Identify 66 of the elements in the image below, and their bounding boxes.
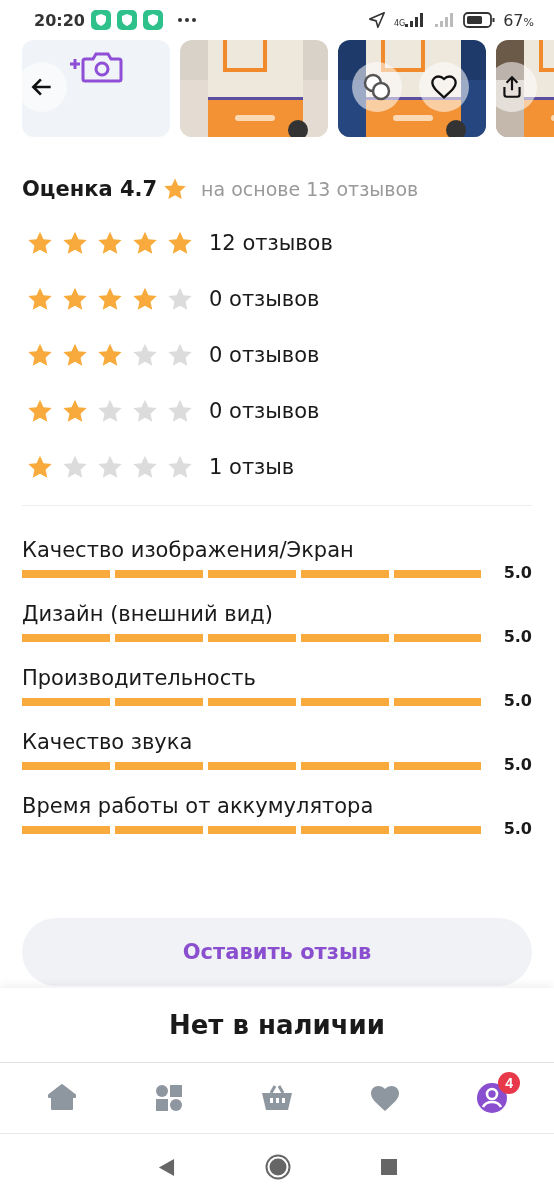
signal-icon <box>433 11 456 29</box>
review-count: 0 отзывов <box>209 399 320 423</box>
star-icon <box>167 342 193 368</box>
shield-icon <box>142 10 163 30</box>
compare-button[interactable] <box>352 62 402 112</box>
star-icon <box>27 286 53 312</box>
recents-icon[interactable] <box>380 1159 397 1175</box>
nav-tab[interactable]: 4 <box>462 1072 523 1124</box>
star-icon <box>62 398 88 424</box>
star-icon <box>27 454 53 480</box>
criterion-score: 5.0 <box>502 627 532 646</box>
leave-review-button[interactable]: Оставить отзыв <box>22 918 532 986</box>
star-icon <box>97 286 123 312</box>
star-icon <box>27 398 53 424</box>
more-icon <box>176 17 197 23</box>
star-icon <box>132 398 158 424</box>
rating-title: Оценка 4.7 <box>22 177 158 201</box>
criterion-label: Дизайн (внешний вид) <box>22 601 274 628</box>
battery-icon <box>463 11 496 29</box>
criterion-score: 5.0 <box>502 563 532 582</box>
signal-icon <box>403 11 426 29</box>
network-type: 4G <box>393 18 406 28</box>
review-count: 0 отзывов <box>209 287 320 311</box>
shield-icon <box>116 10 137 30</box>
back-icon[interactable] <box>157 1157 175 1177</box>
star-icon <box>62 454 88 480</box>
star-icon <box>27 342 53 368</box>
rating-summary: на основе 13 отзывов <box>201 178 419 200</box>
criterion-score: 5.0 <box>502 755 532 774</box>
review-count: 0 отзывов <box>209 343 320 367</box>
notification-badge: 4 <box>498 1072 521 1094</box>
star-icon <box>132 342 158 368</box>
star-icon <box>167 398 193 424</box>
criterion-label: Время работы от аккумулятора <box>22 793 375 820</box>
star-icon <box>167 454 193 480</box>
star-icon <box>97 454 123 480</box>
star-icon <box>167 230 193 256</box>
add-photo-icon <box>68 50 124 84</box>
review-count: 1 отзыв <box>209 455 295 479</box>
compare-icon <box>362 72 392 102</box>
star-icon <box>167 286 193 312</box>
star-icon <box>62 342 88 368</box>
criterion-label: Производительность <box>22 665 257 692</box>
home-button-icon[interactable] <box>264 1154 291 1180</box>
star-icon <box>97 342 123 368</box>
star-icon <box>62 286 88 312</box>
shield-icon <box>90 10 111 30</box>
criterion-label: Качество изображения/Экран <box>22 537 355 564</box>
add-photo-tile[interactable] <box>22 40 170 137</box>
star-icon <box>132 286 158 312</box>
star-icon <box>97 398 123 424</box>
star-icon <box>132 454 158 480</box>
criterion-score: 5.0 <box>502 691 532 710</box>
criterion-score: 5.0 <box>502 819 532 838</box>
favorite-button[interactable] <box>419 62 469 112</box>
status-time: 20:20 <box>34 10 85 30</box>
star-icon <box>62 230 88 256</box>
battery-percent: 67% <box>503 10 534 30</box>
star-icon <box>97 230 123 256</box>
star-icon <box>27 230 53 256</box>
star-icon <box>163 177 188 201</box>
location-icon <box>367 11 386 29</box>
review-count: 12 отзывов <box>209 231 333 255</box>
criterion-label: Качество звука <box>22 729 194 756</box>
availability-status: Нет в наличии <box>168 1010 386 1040</box>
star-icon <box>132 230 158 256</box>
